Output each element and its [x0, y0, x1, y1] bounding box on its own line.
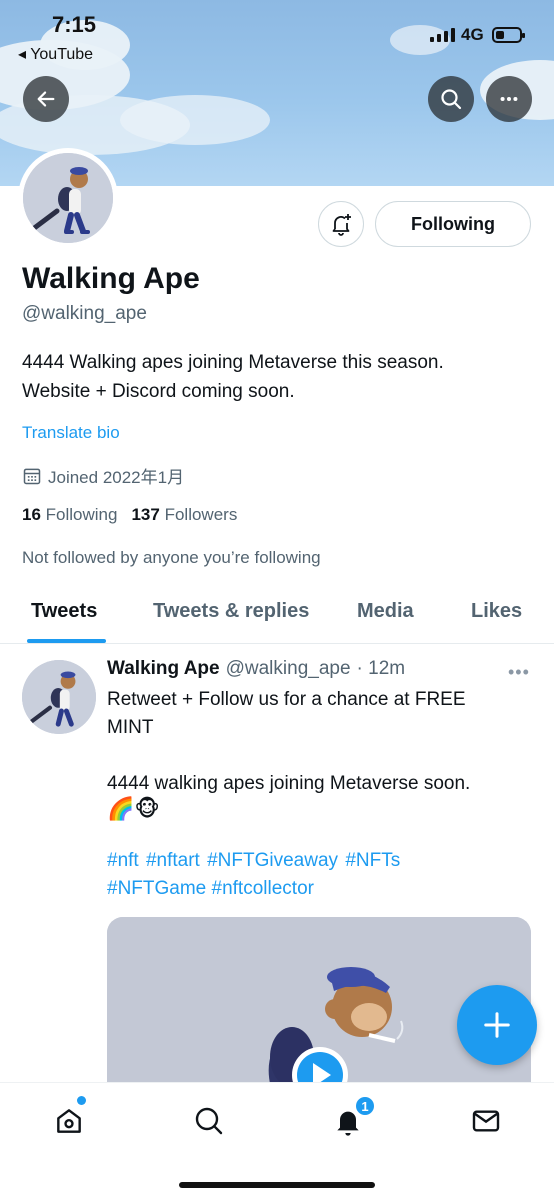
back-button[interactable]	[23, 76, 69, 122]
following-count-link[interactable]: 16 Following	[22, 505, 117, 525]
tweet-hashtags[interactable]: #nft #nftart #NFTGiveaway #NFTs	[107, 850, 400, 872]
mail-icon	[472, 1110, 500, 1132]
followers-count-link[interactable]: 137 Followers	[131, 505, 237, 525]
bio-line: Website + Discord coming soon.	[22, 381, 295, 402]
following-button[interactable]: Following	[375, 201, 531, 247]
back-to-app-link[interactable]: ◂ YouTube	[18, 44, 93, 64]
tweet-text: Retweet + Follow us for a chance at FREE…	[107, 686, 527, 798]
tab-tweets[interactable]: Tweets	[31, 600, 97, 623]
tab-media[interactable]: Media	[357, 600, 414, 623]
tweet-emoji: 🌈🐵	[107, 796, 160, 821]
more-options-button[interactable]	[486, 76, 532, 122]
joined-date: Joined 2022年1月	[22, 463, 184, 488]
translate-bio-link[interactable]: Translate bio	[22, 423, 120, 443]
network-type: 4G	[461, 25, 484, 44]
signal-icon	[430, 28, 455, 42]
search-button[interactable]	[428, 76, 474, 122]
ape-avatar-image	[22, 660, 96, 734]
profile-bio: 4444 Walking apes joining Metaverse this…	[22, 348, 532, 406]
tweet-header: Walking Ape @walking_ape · 12m	[107, 658, 405, 680]
notifications-subscribe-button[interactable]	[318, 201, 364, 247]
tweet-author-handle: @walking_ape	[225, 658, 351, 679]
ape-avatar-image	[23, 153, 113, 243]
nav-messages[interactable]	[466, 1101, 506, 1141]
home-icon	[57, 1109, 81, 1133]
tab-likes[interactable]: Likes	[471, 600, 522, 623]
nav-home[interactable]	[49, 1101, 89, 1141]
mutual-followers-note: Not followed by anyone you’re following	[22, 548, 321, 567]
bio-line: 4444 Walking apes joining Metaverse this…	[22, 352, 444, 373]
active-tab-indicator	[27, 639, 106, 643]
status-bar: 7:15 ◂ YouTube 4G	[0, 0, 554, 70]
profile-handle: @walking_ape	[22, 303, 147, 324]
follow-counts: 16 Following 137 Followers	[22, 505, 237, 525]
search-icon	[441, 89, 462, 110]
search-icon	[195, 1107, 223, 1135]
tweet-more-button[interactable]: •••	[508, 662, 530, 683]
home-indicator-bar	[179, 1182, 375, 1188]
profile-avatar[interactable]	[18, 148, 118, 248]
home-new-dot	[77, 1096, 86, 1105]
more-horizontal-icon	[500, 96, 518, 102]
profile-name: Walking Ape	[22, 262, 200, 295]
tweet-line: Retweet + Follow us for a chance at FREE	[107, 689, 466, 710]
tweet-author-name[interactable]: Walking Ape	[107, 658, 220, 680]
compose-tweet-button[interactable]	[457, 985, 537, 1065]
profile-tabs: Tweets Tweets & replies Media Likes	[0, 590, 554, 644]
tweet-timestamp: · 12m	[356, 658, 406, 679]
tweet-line: 4444 walking apes joining Metaverse soon…	[107, 773, 471, 794]
tweet-avatar[interactable]	[22, 660, 96, 734]
status-time: 7:15	[52, 12, 97, 37]
nav-search[interactable]	[189, 1101, 229, 1141]
battery-icon	[492, 27, 525, 43]
joined-text: Joined 2022年1月	[48, 468, 185, 487]
bell-plus-icon	[332, 214, 351, 236]
tweet-line: MINT	[107, 717, 154, 738]
arrow-left-icon	[37, 91, 55, 107]
tab-tweets-replies[interactable]: Tweets & replies	[153, 600, 309, 623]
calendar-icon	[23, 468, 41, 484]
tweet-hashtags[interactable]: #NFTGame #nftcollector	[107, 878, 314, 900]
plus-icon	[484, 1012, 510, 1038]
notification-count-badge: 1	[354, 1095, 376, 1117]
